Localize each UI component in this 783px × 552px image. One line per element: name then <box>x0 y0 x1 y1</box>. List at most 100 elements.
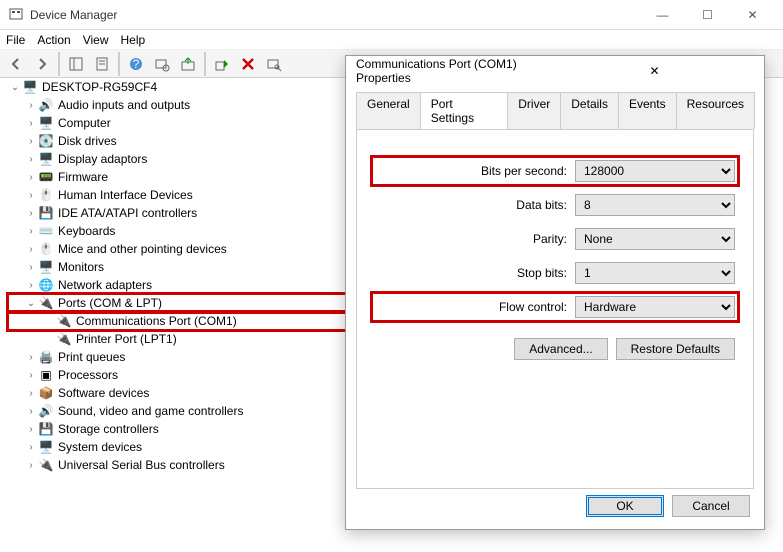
flow-select[interactable]: Hardware <box>575 296 735 318</box>
tree-item[interactable]: ›🖱️Human Interface Devices <box>8 186 348 204</box>
databits-select[interactable]: 8 <box>575 194 735 216</box>
menubar: File Action View Help <box>0 30 783 50</box>
tree-item[interactable]: ›📟Firmware <box>8 168 348 186</box>
chevron-right-icon: › <box>24 154 38 165</box>
tree-item[interactable]: ›📦Software devices <box>8 384 348 402</box>
display-icon: 🖥️ <box>38 151 54 167</box>
tab-body: Bits per second: 128000 Data bits: 8 Par… <box>356 129 754 489</box>
tree-item[interactable]: ›🖥️Monitors <box>8 258 348 276</box>
network-icon: 🌐 <box>38 277 54 293</box>
tree-item[interactable]: ›🖨️Print queues <box>8 348 348 366</box>
software-icon: 📦 <box>38 385 54 401</box>
field-bits-per-second: Bits per second: 128000 <box>375 160 735 182</box>
hid-icon: 🖱️ <box>38 187 54 203</box>
separator <box>204 52 206 76</box>
stopbits-select[interactable]: 1 <box>575 262 735 284</box>
monitor-icon: 🖥️ <box>38 259 54 275</box>
tree-item[interactable]: ›⌨️Keyboards <box>8 222 348 240</box>
chevron-right-icon: › <box>24 442 38 453</box>
usb-icon: 🔌 <box>38 457 54 473</box>
parity-label: Parity: <box>533 232 567 246</box>
show-hide-tree-button[interactable] <box>64 52 88 76</box>
tree-item[interactable]: ›🖥️Display adaptors <box>8 150 348 168</box>
separator <box>118 52 120 76</box>
tree-item[interactable]: ›▣Processors <box>8 366 348 384</box>
tree-item[interactable]: ›🔌Universal Serial Bus controllers <box>8 456 348 474</box>
scan-hardware-button[interactable] <box>262 52 286 76</box>
scan-button[interactable] <box>150 52 174 76</box>
update-driver-button[interactable] <box>176 52 200 76</box>
tree-item[interactable]: ›🖱️Mice and other pointing devices <box>8 240 348 258</box>
chevron-right-icon: › <box>24 280 38 291</box>
chevron-down-icon: ⌄ <box>24 298 38 309</box>
tabbar: General Port Settings Driver Details Eve… <box>346 86 764 129</box>
chevron-right-icon: › <box>24 406 38 417</box>
tree-item[interactable]: ›💽Disk drives <box>8 132 348 150</box>
properties-dialog: Communications Port (COM1) Properties ✕ … <box>345 55 765 530</box>
tree-item[interactable]: ›🖥️System devices <box>8 438 348 456</box>
tree-item[interactable]: ›🔊Audio inputs and outputs <box>8 96 348 114</box>
tree-item-com1[interactable]: 🔌Communications Port (COM1) <box>8 312 348 330</box>
chevron-right-icon: › <box>24 118 38 129</box>
dialog-title: Communications Port (COM1) Properties <box>356 57 555 85</box>
forward-button[interactable] <box>30 52 54 76</box>
back-button[interactable] <box>4 52 28 76</box>
menu-view[interactable]: View <box>83 33 109 47</box>
port-icon: 🔌 <box>56 313 72 329</box>
keyboard-icon: ⌨️ <box>38 223 54 239</box>
chevron-right-icon: › <box>24 388 38 399</box>
audio-icon: 🔊 <box>38 97 54 113</box>
tab-general[interactable]: General <box>356 92 421 129</box>
uninstall-button[interactable] <box>236 52 260 76</box>
dialog-close-button[interactable]: ✕ <box>555 64 754 78</box>
minimize-button[interactable]: — <box>640 0 685 30</box>
dialog-titlebar: Communications Port (COM1) Properties ✕ <box>346 56 764 86</box>
chevron-right-icon: › <box>24 262 38 273</box>
tree-item-lpt1[interactable]: 🔌Printer Port (LPT1) <box>8 330 348 348</box>
advanced-button[interactable]: Advanced... <box>514 338 607 360</box>
sound-icon: 🔊 <box>38 403 54 419</box>
tree-item[interactable]: ›🔊Sound, video and game controllers <box>8 402 348 420</box>
restore-defaults-button[interactable]: Restore Defaults <box>616 338 735 360</box>
tree-root[interactable]: ⌄🖥️DESKTOP-RG59CF4 <box>8 78 348 96</box>
ok-button[interactable]: OK <box>586 495 664 517</box>
chevron-right-icon: › <box>24 424 38 435</box>
printer-icon: 🖨️ <box>38 349 54 365</box>
cancel-button[interactable]: Cancel <box>672 495 750 517</box>
chevron-right-icon: › <box>24 352 38 363</box>
window-title: Device Manager <box>30 8 640 22</box>
tab-driver[interactable]: Driver <box>507 92 561 129</box>
svg-text:?: ? <box>133 57 140 71</box>
chevron-right-icon: › <box>24 460 38 471</box>
bps-select[interactable]: 128000 <box>575 160 735 182</box>
properties-button[interactable] <box>90 52 114 76</box>
tree-item-ports[interactable]: ⌄🔌Ports (COM & LPT) <box>8 294 348 312</box>
tab-events[interactable]: Events <box>618 92 677 129</box>
tab-port-settings[interactable]: Port Settings <box>420 92 509 129</box>
tab-resources[interactable]: Resources <box>676 92 755 129</box>
field-parity: Parity: None <box>375 228 735 250</box>
disk-icon: 💽 <box>38 133 54 149</box>
close-button[interactable]: ✕ <box>730 0 775 30</box>
ide-icon: 💾 <box>38 205 54 221</box>
tab-details[interactable]: Details <box>560 92 619 129</box>
menu-action[interactable]: Action <box>37 33 70 47</box>
tree-item[interactable]: ›💾Storage controllers <box>8 420 348 438</box>
tree-item[interactable]: ›🌐Network adapters <box>8 276 348 294</box>
chevron-right-icon: › <box>24 136 38 147</box>
field-flow-control: Flow control: Hardware <box>375 296 735 318</box>
port-icon: 🔌 <box>38 295 54 311</box>
chevron-right-icon: › <box>24 100 38 111</box>
help-button[interactable]: ? <box>124 52 148 76</box>
stopbits-label: Stop bits: <box>517 266 567 280</box>
enable-device-button[interactable] <box>210 52 234 76</box>
databits-label: Data bits: <box>516 198 567 212</box>
tree-item[interactable]: ›💾IDE ATA/ATAPI controllers <box>8 204 348 222</box>
maximize-button[interactable]: ☐ <box>685 0 730 30</box>
device-tree: ⌄🖥️DESKTOP-RG59CF4 ›🔊Audio inputs and ou… <box>8 78 348 474</box>
parity-select[interactable]: None <box>575 228 735 250</box>
menu-file[interactable]: File <box>6 33 25 47</box>
menu-help[interactable]: Help <box>121 33 146 47</box>
titlebar: Device Manager — ☐ ✕ <box>0 0 783 30</box>
tree-item[interactable]: ›🖥️Computer <box>8 114 348 132</box>
